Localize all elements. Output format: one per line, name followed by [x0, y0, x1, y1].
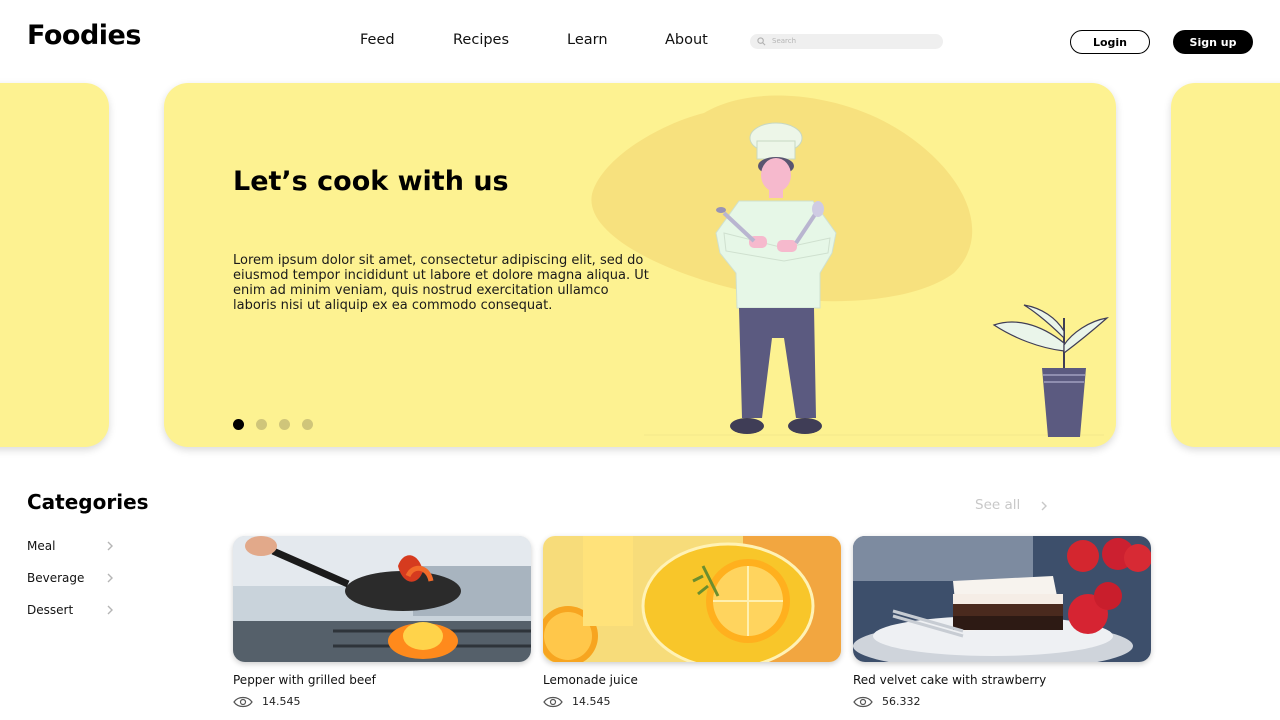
carousel-dot-1[interactable]: [233, 419, 244, 430]
recipe-title[interactable]: Lemonade juice: [543, 673, 638, 687]
recipe-title[interactable]: Pepper with grilled beef: [233, 673, 376, 687]
nav-item-learn[interactable]: Learn: [567, 32, 608, 48]
view-count-value: 14.545: [262, 695, 301, 708]
nav-item-recipes[interactable]: Recipes: [453, 32, 509, 48]
carousel-dot-4[interactable]: [302, 419, 313, 430]
category-label: Beverage: [27, 571, 85, 585]
recipe-image-pepper-beef[interactable]: [233, 536, 531, 662]
carousel-prev-slide[interactable]: [0, 83, 109, 447]
eye-icon: [543, 696, 563, 708]
login-button[interactable]: Login: [1070, 30, 1150, 54]
recipe-card[interactable]: Lemonade juice 14.545: [543, 536, 841, 708]
category-label: Meal: [27, 539, 56, 553]
recipe-card[interactable]: Red velvet cake with strawberry 56.332: [853, 536, 1151, 708]
category-item-beverage[interactable]: Beverage: [27, 571, 122, 589]
recipe-image-red-velvet-cake[interactable]: [853, 536, 1151, 662]
category-label: Dessert: [27, 603, 74, 617]
chevron-right-icon: [107, 605, 113, 615]
eye-icon: [853, 696, 873, 708]
hero-title: Let’s cook with us: [233, 166, 509, 197]
hero-banner: Let’s cook with us Lorem ipsum dolor sit…: [164, 83, 1116, 447]
carousel-dot-3[interactable]: [279, 419, 290, 430]
recipe-card[interactable]: Pepper with grilled beef 14.545: [233, 536, 531, 708]
recipe-image-lemonade[interactable]: [543, 536, 841, 662]
chevron-right-icon: [107, 573, 113, 583]
search-icon: [757, 37, 766, 46]
chef-illustration: [591, 95, 1109, 437]
search-bar[interactable]: [750, 34, 943, 49]
see-all-link[interactable]: See all: [975, 497, 1047, 513]
category-item-dessert[interactable]: Dessert: [27, 603, 122, 621]
categories-title: Categories: [27, 490, 149, 514]
view-count-value: 56.332: [882, 695, 921, 708]
see-all-label: See all: [975, 497, 1021, 513]
carousel-dot-2[interactable]: [256, 419, 267, 430]
chevron-right-icon: [107, 541, 113, 551]
nav-item-about[interactable]: About: [665, 32, 708, 48]
recipe-title[interactable]: Red velvet cake with strawberry: [853, 673, 1046, 687]
eye-icon: [233, 696, 253, 708]
nav-item-feed[interactable]: Feed: [360, 32, 395, 48]
brand-logo[interactable]: Foodies: [27, 20, 141, 51]
chevron-right-icon: [1041, 501, 1047, 511]
category-item-meal[interactable]: Meal: [27, 539, 122, 557]
carousel-next-slide[interactable]: [1171, 83, 1280, 447]
signup-button[interactable]: Sign up: [1173, 30, 1253, 54]
search-input[interactable]: [772, 35, 932, 47]
view-count-value: 14.545: [572, 695, 611, 708]
